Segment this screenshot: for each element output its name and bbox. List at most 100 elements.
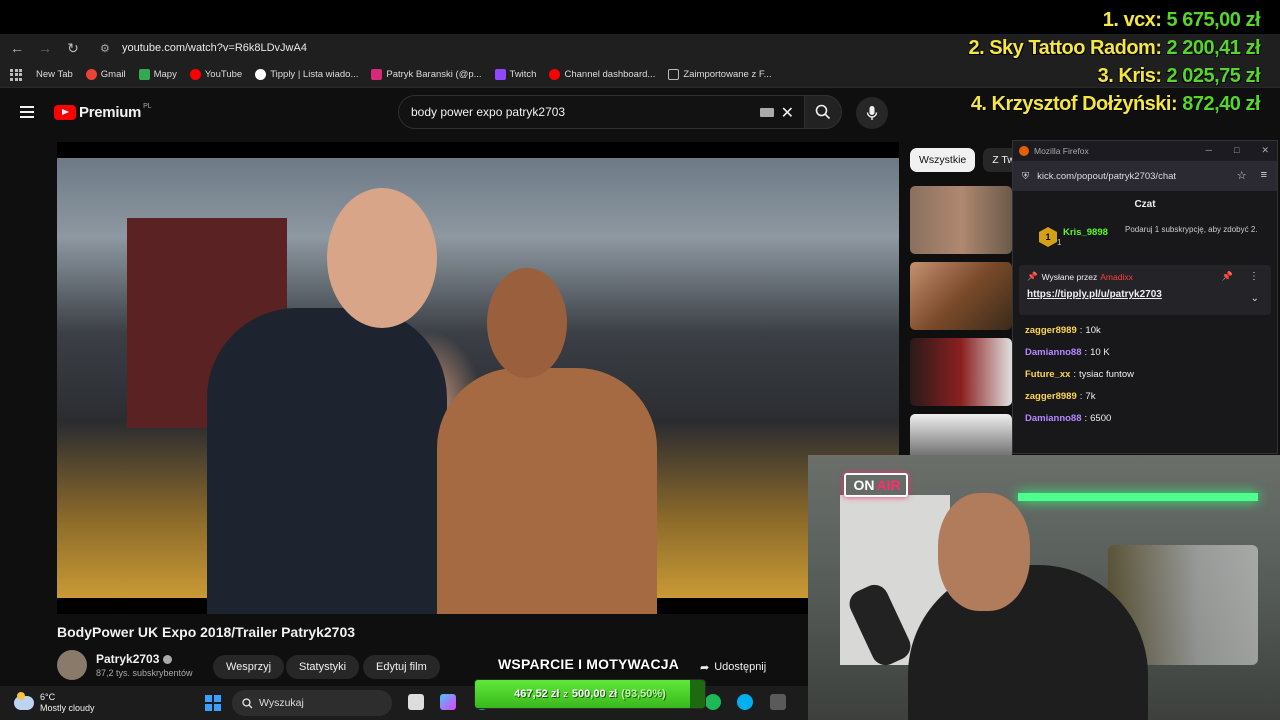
bookmark-new-tab[interactable]: New Tab xyxy=(36,69,73,80)
minimize-icon[interactable]: ─ xyxy=(1206,145,1212,156)
address-bar[interactable]: ⚙ youtube.com/watch?v=R6k8LDvJwA4 xyxy=(92,37,912,59)
youtube-play-icon xyxy=(54,104,76,120)
top-gifter-count: 1 xyxy=(1057,238,1062,247)
pin-icon: 📌 xyxy=(1027,271,1038,281)
webcam-led-light xyxy=(1018,493,1258,501)
chat-message: zagger8989: 10k xyxy=(1025,324,1101,336)
spotify-icon[interactable] xyxy=(705,694,721,710)
popout-url: kick.com/popout/patryk2703/chat xyxy=(1037,170,1177,182)
verified-icon xyxy=(163,654,173,664)
unpin-icon[interactable]: 📌 xyxy=(1222,271,1233,282)
weather-icon xyxy=(14,692,34,710)
donation-goal-text: 467,52 zł z 500,00 zł (93,50%) xyxy=(514,688,666,700)
temperature: 6°C xyxy=(40,692,56,702)
clear-icon[interactable]: ✕ xyxy=(781,103,794,123)
search-query: body power expo patryk2703 xyxy=(411,105,566,119)
back-icon[interactable]: ← xyxy=(6,37,28,59)
weather-widget[interactable]: 6°C Mostly cloudy xyxy=(14,692,95,714)
video-player[interactable] xyxy=(57,142,899,614)
bookmark-mapy[interactable]: Mapy xyxy=(138,69,177,80)
gift-sub-note[interactable]: Podaruj 1 subskrypcję, aby zdobyć 2. xyxy=(1125,225,1265,235)
keyboard-icon[interactable] xyxy=(760,108,774,117)
statistics-button[interactable]: Statystyki xyxy=(286,655,360,679)
menu-icon[interactable] xyxy=(20,106,34,118)
channel-avatar[interactable] xyxy=(57,650,87,680)
bookmark-instagram[interactable]: Patryk Baranski (@p... xyxy=(371,69,482,80)
site-info-icon[interactable]: ⚙ xyxy=(100,42,114,55)
video-title: BodyPower UK Expo 2018/Trailer Patryk270… xyxy=(57,624,356,640)
donor-leaderboard: 1. vcx: 5 675,00 zł 2. Sky Tattoo Radom:… xyxy=(968,6,1260,118)
pinned-prefix: Wysłane przez xyxy=(1041,271,1098,282)
donation-goal-bar: 467,52 zł z 500,00 zł (93,50%) xyxy=(474,679,706,709)
youtube-brand: Premium xyxy=(79,103,142,121)
share-button[interactable]: ➦ Udostępnij xyxy=(700,655,766,679)
support-button[interactable]: Wesprzyj xyxy=(213,655,285,679)
copilot-icon[interactable] xyxy=(440,694,456,710)
video-person-right xyxy=(437,368,657,614)
bookmark-channel-dashboard[interactable]: Channel dashboard... xyxy=(549,69,655,80)
recommended-thumbnail[interactable] xyxy=(910,338,1012,406)
more-options-icon[interactable]: ⋮ xyxy=(1249,271,1259,282)
rank-badge: 1 xyxy=(1039,227,1057,247)
maps-icon xyxy=(138,69,150,80)
close-icon[interactable]: ✕ xyxy=(1261,145,1269,156)
taskbar-search[interactable]: Wyszukaj xyxy=(232,690,392,716)
search-button[interactable] xyxy=(804,95,842,129)
donor-row: 4. Krzysztof Dołżyński: 872,40 zł xyxy=(970,93,1261,115)
webcam-overlay: ON AIR xyxy=(808,455,1280,720)
pinned-user[interactable]: Amadixx xyxy=(1100,272,1133,282)
address-text: youtube.com/watch?v=R6k8LDvJwA4 xyxy=(122,42,307,54)
chevron-down-icon[interactable]: ⌄ xyxy=(1251,293,1259,304)
bookmark-gmail[interactable]: Gmail xyxy=(85,69,126,80)
bookmark-twitch[interactable]: Twitch xyxy=(494,69,536,80)
window-title: Mozilla Firefox xyxy=(1034,146,1089,156)
chat-message: Future_xx: tysiac funtow xyxy=(1025,368,1134,380)
webcam-streamer-head xyxy=(938,493,1030,611)
search-input[interactable]: body power expo patryk2703 ✕ xyxy=(398,95,804,129)
popout-address-bar[interactable]: ⛨ kick.com/popout/patryk2703/chat ☆ ≡ xyxy=(1013,161,1277,191)
reload-icon[interactable]: ↻ xyxy=(62,37,84,59)
folder-icon xyxy=(668,69,680,80)
windows-start-icon[interactable] xyxy=(205,695,221,711)
youtube-logo[interactable]: Premium PL xyxy=(54,103,152,121)
search-icon xyxy=(815,104,831,120)
skype-icon[interactable] xyxy=(737,694,753,710)
forward-icon[interactable]: → xyxy=(34,37,56,59)
shield-icon: ⛨ xyxy=(1022,170,1030,182)
pinned-message: 📌 Wysłane przez Amadixx https://tipply.p… xyxy=(1019,265,1271,315)
recommended-thumbnail[interactable] xyxy=(910,262,1012,330)
chat-message: zagger8989: 7k xyxy=(1025,390,1096,402)
bookmark-folder-imported[interactable]: Zaimportowane z F... xyxy=(668,69,772,80)
donor-row: 2. Sky Tattoo Radom: 2 200,41 zł xyxy=(968,37,1260,59)
bookmark-tipply[interactable]: Tipply | Lista wiado... xyxy=(255,69,358,80)
share-label: Udostępnij xyxy=(714,661,767,673)
edit-video-button[interactable]: Edytuj film xyxy=(363,655,440,679)
star-icon[interactable]: ☆ xyxy=(1237,169,1247,182)
recommended-thumbnail[interactable] xyxy=(910,186,1012,254)
chat-popout-window: Mozilla Firefox ─ □ ✕ ⛨ kick.com/popout/… xyxy=(1012,140,1278,454)
chip-all[interactable]: Wszystkie xyxy=(910,148,976,172)
channel-name: Patryk2703 xyxy=(96,652,160,666)
top-gifter-name[interactable]: Kris_9898 xyxy=(1063,227,1108,238)
voice-search-button[interactable] xyxy=(856,97,888,129)
gmail-icon xyxy=(85,69,97,80)
chat-title: Czat xyxy=(1134,198,1156,210)
goal-title: WSPARCIE I MOTYWACJA xyxy=(498,656,680,672)
channel-name-row[interactable]: Patryk2703 xyxy=(96,652,193,666)
firefox-icon xyxy=(1019,146,1029,156)
youtube-icon xyxy=(189,69,201,80)
file-explorer-icon[interactable] xyxy=(408,694,424,710)
search-icon xyxy=(242,697,253,708)
bookmark-youtube[interactable]: YouTube xyxy=(189,69,242,80)
pinned-link[interactable]: https://tipply.pl/u/patryk2703 xyxy=(1027,289,1263,300)
menu-icon[interactable]: ≡ xyxy=(1261,169,1267,182)
youtube-studio-icon xyxy=(549,69,561,80)
taskbar-search-label: Wyszukaj xyxy=(259,697,304,709)
microphone-icon xyxy=(866,106,878,120)
calculator-icon[interactable] xyxy=(770,694,786,710)
apps-icon[interactable] xyxy=(10,68,22,81)
channel-info: Patryk2703 87,2 tys. subskrybentów xyxy=(57,650,193,680)
maximize-icon[interactable]: □ xyxy=(1234,145,1239,156)
video-person-right-head xyxy=(487,268,567,378)
tipply-icon xyxy=(255,69,267,80)
